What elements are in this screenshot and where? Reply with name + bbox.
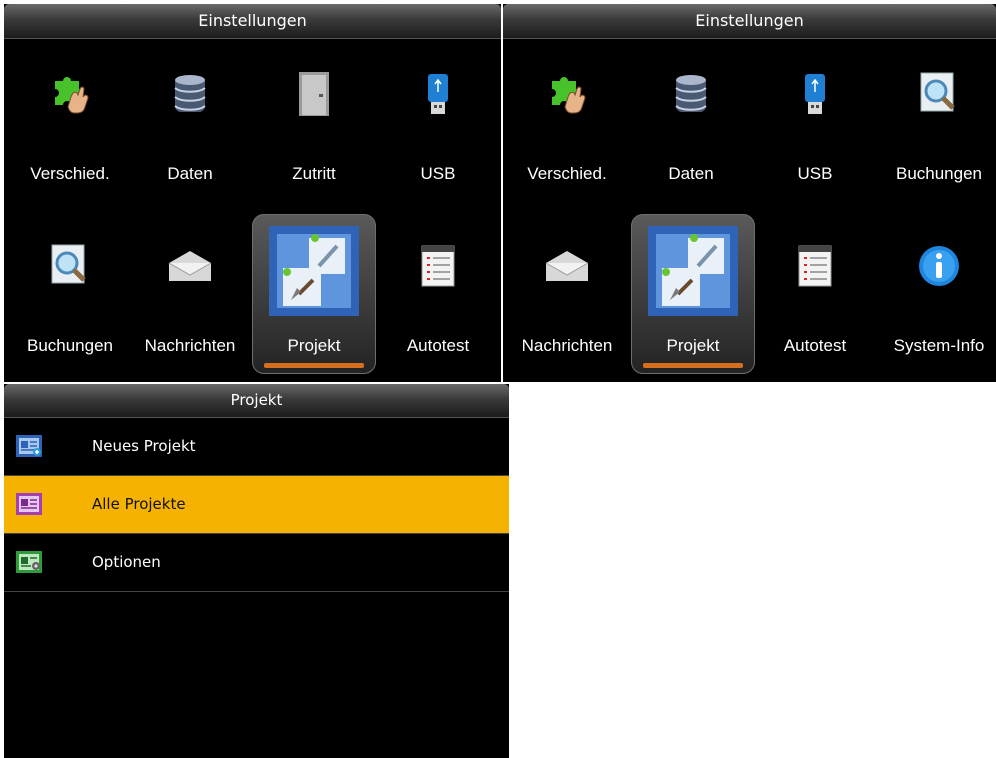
screen-title: Einstellungen [4, 4, 501, 39]
menu-item-neues-projekt[interactable]: Neues Projekt [4, 418, 509, 476]
envelope-icon [160, 236, 220, 296]
usb-stick-icon [408, 64, 468, 124]
checklist-icon [408, 236, 468, 296]
magnifier-icon [909, 64, 969, 124]
tile-system-info[interactable]: System-Info [877, 214, 996, 374]
tile-buchungen[interactable]: Buchungen [8, 214, 132, 374]
tile-usb[interactable]: USB [376, 42, 500, 202]
menu-item-alle-projekte[interactable]: Alle Projekte [4, 476, 509, 534]
screen-title: Projekt [4, 384, 509, 418]
tile-usb[interactable]: USB [753, 42, 877, 202]
tile-label: Buchungen [895, 164, 983, 183]
tile-label: Daten [167, 164, 213, 183]
tile-verschied[interactable]: Verschied. [505, 42, 629, 202]
usb-stick-icon [785, 64, 845, 124]
all-projects-icon [16, 493, 42, 515]
tile-buchungen[interactable]: Buchungen [877, 42, 996, 202]
tile-verschied[interactable]: Verschied. [8, 42, 132, 202]
tile-autotest[interactable]: Autotest [753, 214, 877, 374]
tile-label: Daten [668, 164, 714, 183]
new-project-icon [16, 435, 42, 457]
tile-projekt[interactable]: Projekt [252, 214, 376, 374]
tile-autotest[interactable]: Autotest [376, 214, 500, 374]
magnifier-icon [40, 236, 100, 296]
tile-label: USB [797, 164, 833, 183]
tile-label: Verschied. [30, 164, 110, 183]
menu-item-label: Neues Projekt [92, 437, 196, 455]
menu-item-label: Optionen [92, 553, 161, 571]
tile-label: System-Info [893, 336, 985, 355]
selection-indicator [643, 363, 743, 368]
tile-label: Buchungen [26, 336, 114, 355]
tile-nachrichten[interactable]: Nachrichten [505, 214, 629, 374]
project-tools-icon [269, 226, 359, 316]
tile-label: Nachrichten [521, 336, 613, 355]
tile-label: Verschied. [527, 164, 607, 183]
tile-label: USB [420, 164, 456, 183]
database-icon [160, 64, 220, 124]
puzzle-hand-icon [40, 64, 100, 124]
puzzle-hand-icon [537, 64, 597, 124]
tile-label: Projekt [287, 336, 341, 355]
settings-screen-left: Einstellungen Verschied. Daten Zutritt U… [4, 4, 501, 382]
project-options-icon [16, 551, 42, 573]
tile-label: Projekt [666, 336, 720, 355]
menu-item-label: Alle Projekte [92, 495, 186, 513]
tile-label: Zutritt [292, 164, 336, 183]
tile-label: Autotest [406, 336, 470, 355]
project-tools-icon [648, 226, 738, 316]
envelope-icon [537, 236, 597, 296]
tile-zutritt[interactable]: Zutritt [252, 42, 376, 202]
tile-nachrichten[interactable]: Nachrichten [128, 214, 252, 374]
checklist-icon [785, 236, 845, 296]
settings-screen-right: Einstellungen Verschied. Daten USB Buchu… [503, 4, 996, 382]
tile-projekt[interactable]: Projekt [631, 214, 755, 374]
info-icon [909, 236, 969, 296]
tile-label: Nachrichten [144, 336, 236, 355]
menu-item-optionen[interactable]: Optionen [4, 534, 509, 592]
tile-label: Autotest [783, 336, 847, 355]
tile-daten[interactable]: Daten [128, 42, 252, 202]
project-menu-screen: Projekt Neues Projekt Alle Projekte Opti… [4, 384, 509, 758]
selection-indicator [264, 363, 364, 368]
tile-daten[interactable]: Daten [629, 42, 753, 202]
door-icon [284, 64, 344, 124]
screen-title: Einstellungen [503, 4, 996, 39]
database-icon [661, 64, 721, 124]
